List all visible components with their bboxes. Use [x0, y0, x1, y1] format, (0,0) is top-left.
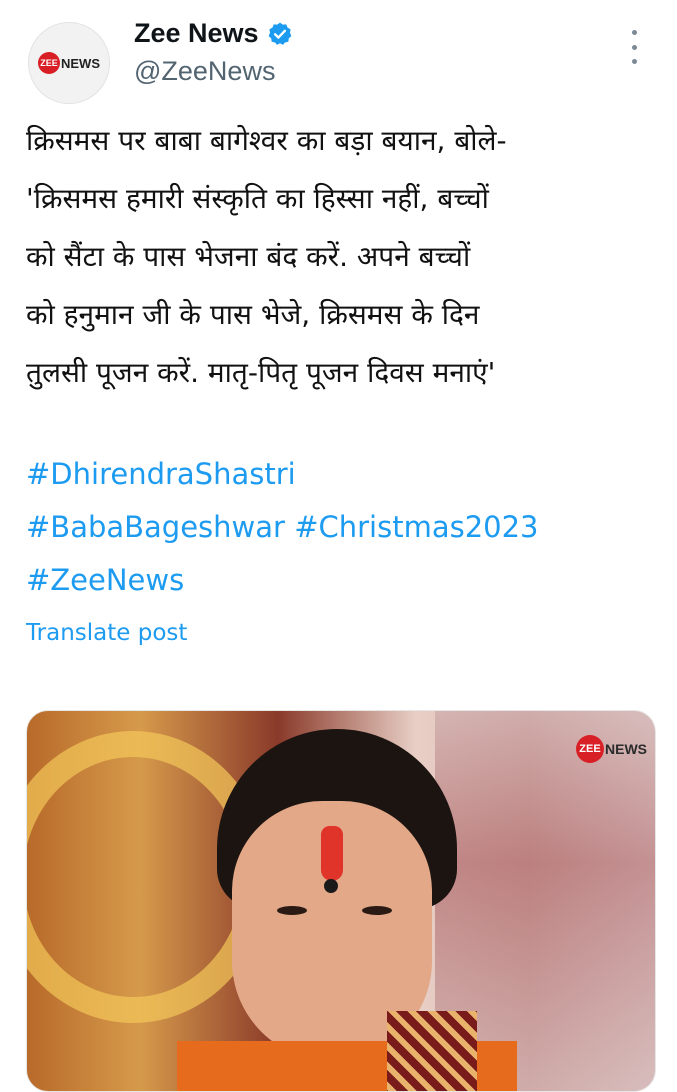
account-handle[interactable]: @ZeeNews: [134, 56, 275, 87]
more-options-icon[interactable]: [629, 30, 639, 64]
bindi-mark: [324, 879, 338, 893]
name-row: Zee News: [134, 18, 293, 49]
hashtag-link[interactable]: #DhirendraShastri: [26, 457, 296, 491]
media-watermark-logo: ZEE NEWS: [576, 735, 647, 763]
tweet-text: क्रिसमस पर बाबा बागेश्वर का बड़ा बयान, ब…: [26, 112, 666, 402]
zee-logo-badge: ZEE: [576, 735, 604, 763]
hashtags: #DhirendraShastri #BabaBageshwar #Christ…: [26, 448, 666, 607]
zee-logo-text: NEWS: [61, 55, 100, 71]
hashtag-link[interactable]: #Christmas2023: [294, 510, 538, 544]
zee-logo-text: NEWS: [605, 741, 647, 757]
tilak-mark: [321, 826, 343, 881]
tweet-text-line: तुलसी पूजन करें. मातृ-पितृ पूजन दिवस मना…: [26, 356, 496, 389]
verified-badge-icon: [268, 22, 291, 45]
tweet-text-line: को हनुमान जी के पास भेजे, क्रिसमस के दिन: [26, 298, 480, 331]
person-eye: [362, 906, 392, 915]
person-eye: [277, 906, 307, 915]
tweet-text-line: को सैंटा के पास भेजना बंद करें. अपने बच्…: [26, 240, 471, 273]
tweet-header: ZEE NEWS Zee News @ZeeNews: [0, 0, 677, 110]
hashtag-link[interactable]: #BabaBageshwar: [26, 510, 285, 544]
hashtag-link[interactable]: #ZeeNews: [26, 563, 184, 597]
avatar[interactable]: ZEE NEWS: [28, 22, 110, 104]
tweet-text-line: 'क्रिसमस हमारी संस्कृति का हिस्सा नहीं, …: [26, 182, 489, 215]
zee-logo-badge: ZEE: [38, 52, 60, 74]
translate-post-link[interactable]: Translate post: [26, 620, 187, 646]
zee-news-logo: ZEE NEWS: [38, 52, 100, 74]
display-name[interactable]: Zee News: [134, 18, 259, 49]
tweet-media-image[interactable]: ZEE NEWS: [26, 710, 656, 1092]
tweet-text-line: क्रिसमस पर बाबा बागेश्वर का बड़ा बयान, ब…: [26, 124, 507, 157]
